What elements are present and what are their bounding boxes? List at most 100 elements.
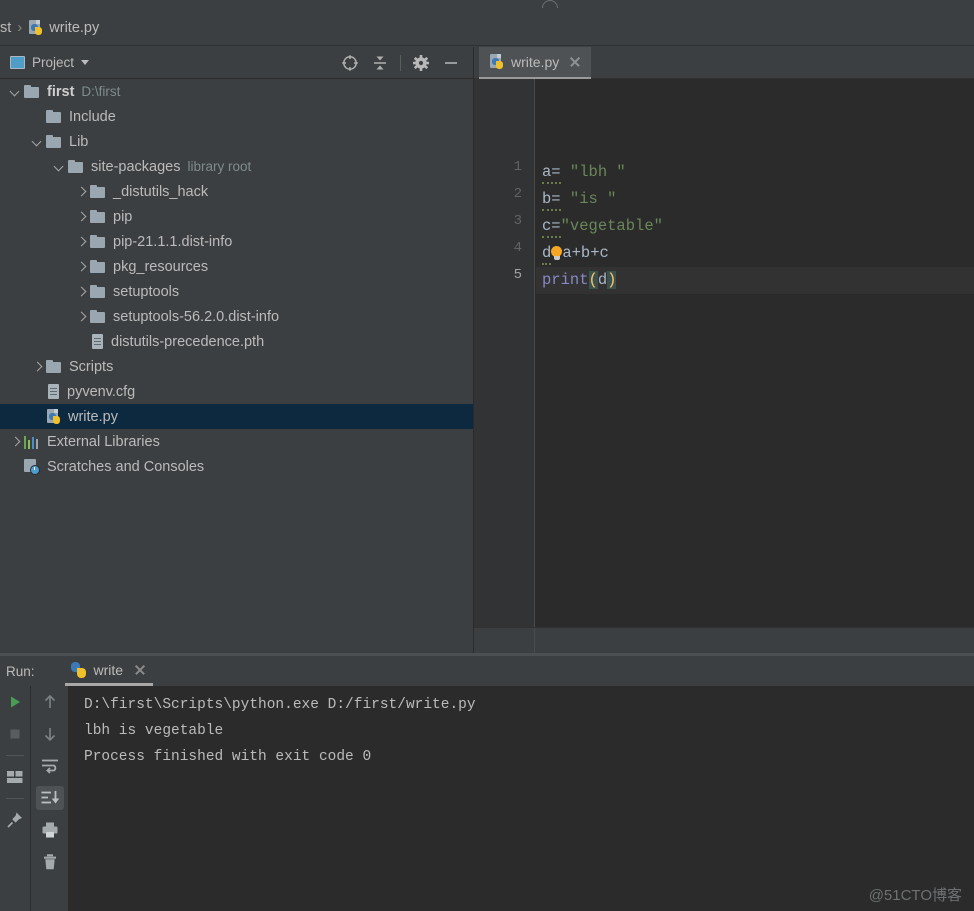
editor-gutter[interactable]: 1 2 3 4 5 <box>474 79 535 627</box>
scratches-icon <box>24 458 41 475</box>
close-icon[interactable] <box>133 663 147 677</box>
tree-row[interactable]: Lib <box>0 129 474 154</box>
config-file-icon <box>46 383 61 400</box>
collapse-all-icon[interactable] <box>365 49 395 77</box>
tree-row[interactable]: write.py <box>0 404 474 429</box>
line-number: 3 <box>513 213 522 229</box>
folder-icon <box>90 259 107 274</box>
select-opened-file-icon[interactable] <box>335 49 365 77</box>
tree-row[interactable]: External Libraries <box>0 429 474 454</box>
tree-row-label: Scratches and Consoles <box>47 458 205 475</box>
window-top-stub <box>0 0 974 10</box>
code-line-2[interactable]: b= "is " <box>536 186 616 213</box>
editor-footer <box>474 627 974 653</box>
tree-row[interactable]: Include <box>0 104 474 129</box>
tree-row-label: pip-21.1.1.dist-info <box>113 233 233 250</box>
tree-row[interactable]: distutils-precedence.pth <box>0 329 474 354</box>
run-tab-write[interactable]: write <box>64 656 154 686</box>
run-panel-header: Run: write <box>0 656 974 686</box>
code-line-3[interactable]: c="vegetable" <box>536 213 663 240</box>
folder-icon <box>90 284 107 299</box>
tree-row-label: pyvenv.cfg <box>67 383 136 400</box>
tree-row[interactable]: setuptools <box>0 279 474 304</box>
toolbar-divider <box>400 54 401 71</box>
code-content[interactable]: a= "lbh " b= "is " c="vegetable" d a+b+c … <box>536 79 974 627</box>
tree-row[interactable]: pkg_resources <box>0 254 474 279</box>
tree-row[interactable]: _distutils_hack <box>0 179 474 204</box>
tree-row-label: write.py <box>68 408 118 425</box>
clear-all-icon[interactable] <box>31 846 68 878</box>
tree-row[interactable]: pip <box>0 204 474 229</box>
breadcrumb-file-label: write.py <box>49 19 100 36</box>
breadcrumb: st › write.py <box>0 10 974 46</box>
tree-row[interactable]: setuptools-56.2.0.dist-info <box>0 304 474 329</box>
tree-row[interactable]: first D:\first <box>0 79 474 104</box>
editor-tabstrip: write.py <box>474 47 974 79</box>
gutter-stub <box>474 628 535 653</box>
folder-icon <box>46 359 63 374</box>
stop-button-icon[interactable] <box>0 718 30 750</box>
rerun-button-icon[interactable] <box>0 686 30 718</box>
run-toolbar-primary <box>0 686 31 911</box>
tree-row[interactable]: site-packages library root <box>0 154 474 179</box>
console-line: lbh is vegetable <box>84 723 224 739</box>
chevron-down-icon[interactable] <box>81 60 90 65</box>
run-panel-label: Run: <box>6 663 35 679</box>
code-line-5[interactable]: print(d) <box>536 267 974 294</box>
project-panel-title: Project <box>32 55 75 70</box>
console-output[interactable]: D:\first\Scripts\python.exe D:/first/wri… <box>70 686 974 911</box>
folder-icon <box>90 234 107 249</box>
hide-panel-icon[interactable] <box>436 49 466 77</box>
chevron-right-icon[interactable] <box>74 235 88 249</box>
project-tree[interactable]: first D:\first Include Lib site-packages libr… <box>0 79 474 653</box>
tree-row-detail: library root <box>187 159 252 174</box>
lightbulb-icon[interactable] <box>550 246 563 260</box>
chevron-right-icon[interactable] <box>74 310 88 324</box>
tab-label: write.py <box>511 54 560 70</box>
loading-arc-icon <box>542 0 558 8</box>
code-line-1[interactable]: a= "lbh " <box>536 159 626 186</box>
chevron-down-icon[interactable] <box>30 135 44 149</box>
chevron-down-icon[interactable] <box>8 85 22 99</box>
tree-row[interactable]: pip-21.1.1.dist-info <box>0 229 474 254</box>
breadcrumb-file[interactable]: write.py <box>28 19 100 36</box>
tree-row-detail: D:\first <box>81 84 121 99</box>
next-occurrence-icon[interactable] <box>31 718 68 750</box>
tree-row[interactable]: Scratches and Consoles <box>0 454 474 479</box>
chevron-right-icon[interactable] <box>74 260 88 274</box>
toolbar-separator <box>6 798 24 799</box>
chevron-right-icon[interactable] <box>74 210 88 224</box>
previous-occurrence-icon[interactable] <box>31 686 68 718</box>
pin-tab-icon[interactable] <box>0 804 30 836</box>
chevron-right-icon[interactable] <box>30 360 44 374</box>
code-line-4[interactable]: d a+b+c <box>536 240 609 267</box>
tree-row[interactable]: pyvenv.cfg <box>0 379 474 404</box>
scroll-to-end-icon[interactable] <box>31 782 68 814</box>
run-panel-body: D:\first\Scripts\python.exe D:/first/wri… <box>0 686 974 911</box>
soft-wrap-icon[interactable] <box>31 750 68 782</box>
console-line: D:\first\Scripts\python.exe D:/first/wri… <box>84 697 476 713</box>
project-panel-header: Project <box>0 47 474 79</box>
python-icon <box>70 661 87 678</box>
settings-gear-icon[interactable] <box>406 49 436 77</box>
code-editor[interactable]: 1 2 3 4 5 a= "lbh " b= "is " c="vegetable" d… <box>474 79 974 627</box>
run-toolbar-secondary <box>31 686 69 911</box>
breadcrumb-root[interactable]: st <box>0 20 11 36</box>
console-line: Process finished with exit code 0 <box>84 749 372 765</box>
tab-write-py[interactable]: write.py <box>479 47 592 79</box>
chevron-right-icon[interactable] <box>74 285 88 299</box>
tree-row-label: Scripts <box>69 358 114 375</box>
folder-icon <box>46 109 63 124</box>
print-icon[interactable] <box>31 814 68 846</box>
layout-settings-icon[interactable] <box>0 761 30 793</box>
close-icon[interactable] <box>568 55 582 69</box>
chevron-right-icon[interactable] <box>8 435 22 449</box>
chevron-right-icon[interactable] <box>74 185 88 199</box>
tree-row-label: first <box>47 83 75 100</box>
project-title-group[interactable]: Project <box>0 55 90 70</box>
tree-row-label: _distutils_hack <box>113 183 209 200</box>
tree-row[interactable]: Scripts <box>0 354 474 379</box>
chevron-down-icon[interactable] <box>52 160 66 174</box>
